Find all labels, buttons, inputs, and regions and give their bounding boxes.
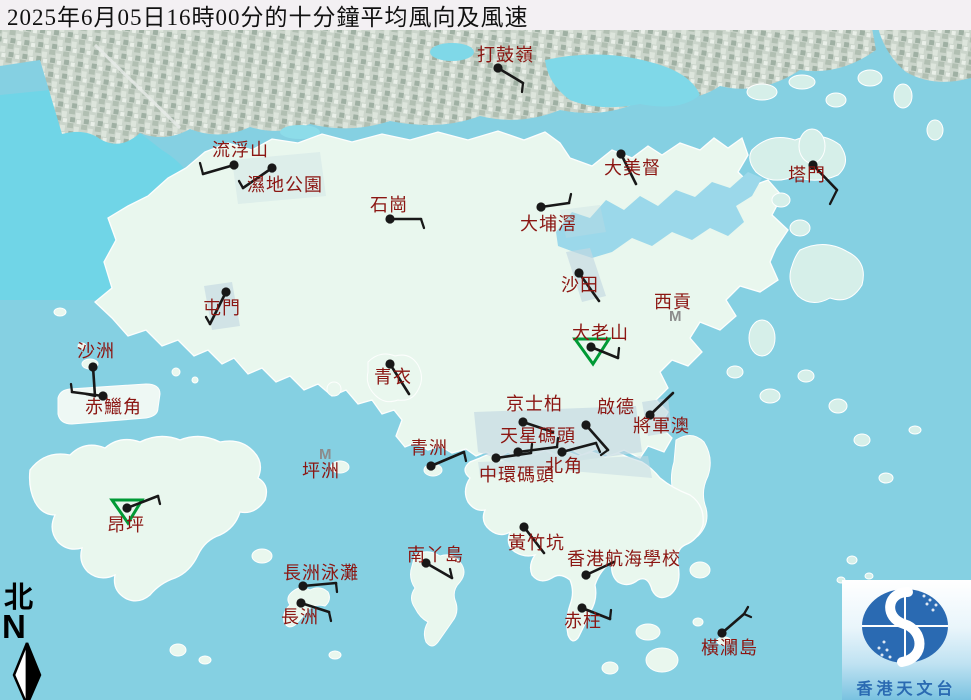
compass-north-letter: N (2, 613, 52, 641)
hko-logo-icon (842, 580, 971, 668)
title-bar: 2025年6月05日16時00分的十分鐘平均風向及風速 (0, 0, 971, 30)
north-arrow-icon (2, 641, 52, 700)
map-title: 2025年6月05日16時00分的十分鐘平均風向及風速 (0, 0, 529, 32)
north-compass: 北 N (2, 584, 52, 700)
basemap (0, 0, 971, 700)
hko-logo-chinese: 香港天文台 (842, 675, 971, 699)
airport-island (58, 384, 160, 424)
hko-logo: 香港天文台 HONG KONG OBSERVATORY (842, 580, 971, 700)
hko-wind-map: 打鼓嶺流浮山濕地公園石崗大美督塔門大埔滘沙田西貢M屯門大老山沙洲赤鱲角青衣坪洲M… (0, 0, 971, 700)
